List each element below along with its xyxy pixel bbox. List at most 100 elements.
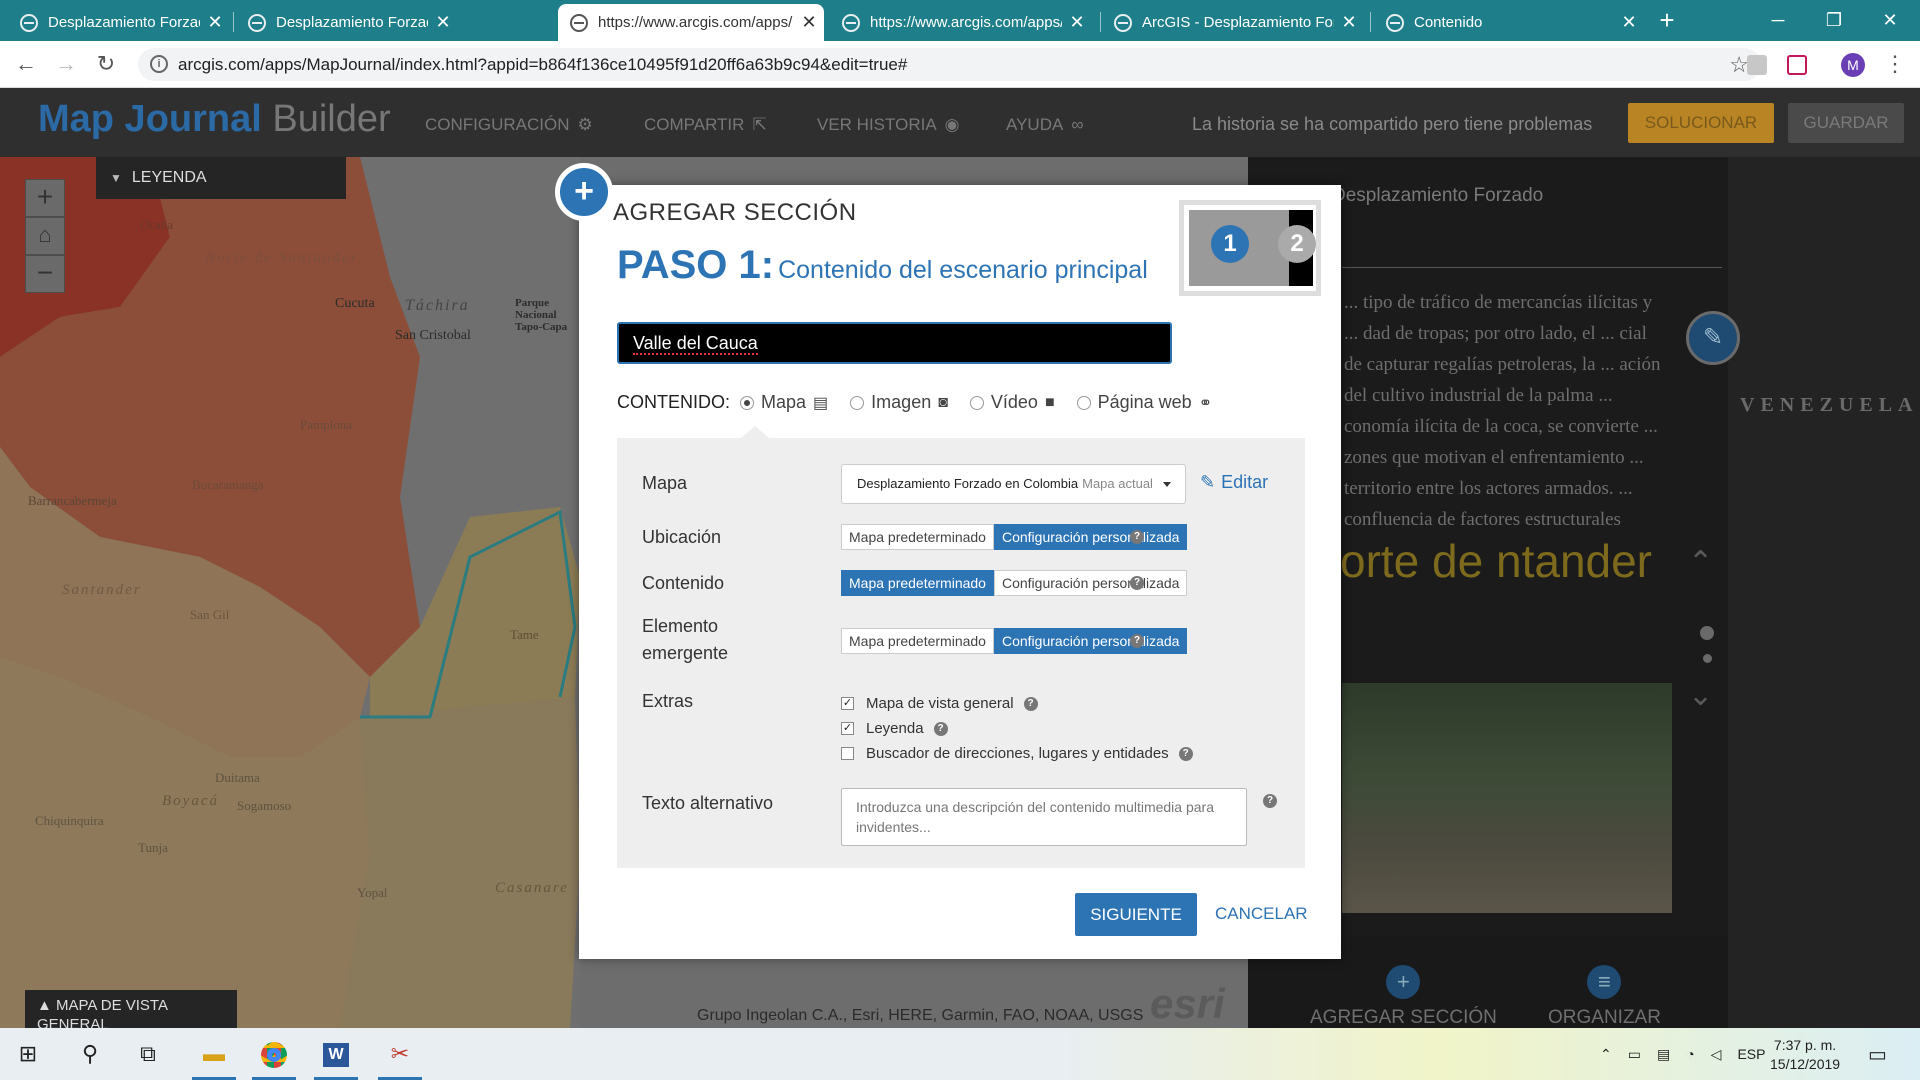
browser-tab[interactable]: ArcGIS - Desplazamiento For ✕ xyxy=(1102,4,1364,41)
help-icon[interactable]: ? xyxy=(1130,634,1144,648)
menu-icon[interactable]: ⋮ xyxy=(1884,51,1906,77)
option-default-map[interactable]: Mapa predeterminado xyxy=(841,628,994,654)
checkbox-search[interactable]: Buscador de direcciones, lugares y entid… xyxy=(841,745,1193,762)
close-window-button[interactable]: ✕ xyxy=(1862,0,1918,41)
back-button[interactable]: ← xyxy=(10,49,42,81)
nav-ayuda[interactable]: AYUDA ∞ xyxy=(1006,115,1083,135)
option-default-map[interactable]: Mapa predeterminado xyxy=(841,570,994,596)
help-icon[interactable]: ? xyxy=(1178,746,1193,761)
tab-title: Desplazamiento Forzado en C xyxy=(48,14,200,31)
snipping-tool-icon[interactable]: ✂ xyxy=(372,1028,428,1080)
forward-button[interactable]: → xyxy=(50,49,82,81)
reload-button[interactable]: ↻ xyxy=(90,49,122,81)
option-custom-config[interactable]: Configuración personalizada xyxy=(993,628,1188,654)
wifi-icon[interactable]: ◔ xyxy=(1686,1046,1694,1062)
word-icon[interactable]: W xyxy=(308,1028,364,1080)
radio-image[interactable]: Imagen ◙ xyxy=(850,392,948,413)
map-place-label: Duitama xyxy=(215,770,260,785)
radio-label: Página web xyxy=(1097,392,1192,412)
option-custom-config[interactable]: Configuración personalizada xyxy=(993,570,1188,596)
cancel-button[interactable]: CANCELAR xyxy=(1215,904,1308,924)
network-icon[interactable]: ▤ xyxy=(1657,1046,1670,1063)
minimize-button[interactable]: ─ xyxy=(1750,0,1806,41)
nav-label: CONFIGURACIÓN xyxy=(425,115,570,134)
close-icon[interactable]: ✕ xyxy=(200,12,230,33)
step-number-1: 1 xyxy=(1211,225,1249,263)
app-header: Map Journal Builder CONFIGURACIÓN ⚙ COMPA… xyxy=(0,88,1920,157)
checkbox-label: Buscador de direcciones, lugares y entid… xyxy=(866,745,1169,762)
section-title-input[interactable]: Valle del Cauca xyxy=(617,322,1172,364)
map-place-label: Sogamoso xyxy=(237,798,292,813)
extension-icon[interactable] xyxy=(1787,55,1807,75)
nav-compartir[interactable]: COMPARTIR ⇱ xyxy=(644,115,767,135)
option-default-map[interactable]: Mapa predeterminado xyxy=(841,524,994,550)
extension-icon[interactable] xyxy=(1747,55,1767,75)
chrome-icon[interactable] xyxy=(246,1028,302,1080)
map-select[interactable]: Desplazamiento Forzado en Colombia Mapa a… xyxy=(841,464,1186,504)
nav-configuracion[interactable]: CONFIGURACIÓN ⚙ xyxy=(425,115,593,135)
chevron-down-icon[interactable]: ⌄ xyxy=(1688,678,1713,713)
help-icon[interactable]: ? xyxy=(1263,794,1277,808)
alt-text-textarea[interactable]: Introduzca una descripción del contenido… xyxy=(841,788,1247,846)
close-icon[interactable]: ✕ xyxy=(1614,12,1644,33)
nav-dot-active[interactable] xyxy=(1700,626,1714,640)
browser-tab[interactable]: Desplazamiento Forzado en C ✕ xyxy=(236,4,458,41)
help-icon[interactable]: ? xyxy=(933,721,948,736)
edit-map-link[interactable]: ✎ Editar xyxy=(1200,472,1268,493)
close-icon[interactable]: ✕ xyxy=(428,12,458,33)
battery-icon[interactable]: ▭ xyxy=(1628,1046,1641,1063)
overview-map-toggle[interactable]: ▲ MAPA DE VISTA GENERAL xyxy=(25,990,237,1028)
extras-label: Extras xyxy=(642,691,694,711)
close-icon[interactable]: ✕ xyxy=(794,12,824,33)
close-icon[interactable]: ✕ xyxy=(1062,12,1092,33)
help-icon[interactable]: ? xyxy=(1130,576,1144,590)
content-row-label: Contenido xyxy=(642,573,725,593)
home-icon[interactable]: ⌂ xyxy=(25,217,65,255)
chevron-up-icon[interactable]: ⌃ xyxy=(1600,1046,1612,1063)
map-place-label: Casanare xyxy=(495,880,569,896)
option-custom-config[interactable]: Configuración personalizada xyxy=(993,524,1188,550)
zoom-in-button[interactable]: + xyxy=(25,179,65,217)
task-view-icon[interactable]: ⧉ xyxy=(120,1028,176,1080)
address-bar[interactable]: i arcgis.com/apps/MapJournal/index.html?… xyxy=(138,48,1761,81)
map-place-label: Cucuta xyxy=(335,296,375,311)
help-icon[interactable]: ? xyxy=(1023,696,1038,711)
edit-label: Editar xyxy=(1221,472,1269,492)
save-button[interactable]: GUARDAR xyxy=(1788,103,1904,143)
browser-tab[interactable]: https://www.arcgis.com/apps/ ✕ xyxy=(830,4,1092,41)
organize-button[interactable]: ≡ ORGANIZAR xyxy=(1548,965,1661,1028)
new-tab-button[interactable]: + xyxy=(1652,6,1682,36)
file-explorer-icon[interactable]: ▬ xyxy=(186,1028,242,1080)
taskbar: ⊞ ⚲ ⧉ ▬ W ✂ ⌃ ▭ ▤ ◔ ◁ ESP 7:37 p. m. 15/… xyxy=(0,1028,1920,1080)
fix-button[interactable]: SOLUCIONAR xyxy=(1628,103,1774,143)
close-icon[interactable]: ✕ xyxy=(1334,12,1364,33)
radio-webpage[interactable]: Página web ⚭ xyxy=(1076,392,1212,413)
checkbox-legend[interactable]: ✓ Leyenda? xyxy=(841,720,948,737)
nav-dot[interactable] xyxy=(1703,654,1712,663)
chevron-up-icon[interactable]: ⌃ xyxy=(1688,545,1713,580)
clock[interactable]: 7:37 p. m. 15/12/2019 xyxy=(1770,1036,1840,1074)
next-button[interactable]: SIGUIENTE xyxy=(1075,893,1197,936)
legend-toggle[interactable]: ▼ LEYENDA xyxy=(96,157,346,199)
volume-icon[interactable]: ◁ xyxy=(1711,1046,1722,1063)
avatar[interactable]: M xyxy=(1841,53,1865,77)
language-indicator[interactable]: ESP xyxy=(1737,1046,1765,1062)
radio-video[interactable]: Vídeo ■ xyxy=(969,392,1055,413)
add-section-button[interactable]: + AGREGAR SECCIÓN xyxy=(1310,965,1497,1028)
edit-pencil-button[interactable]: ✎ xyxy=(1686,311,1740,365)
radio-map[interactable]: Mapa ▤ xyxy=(740,392,828,413)
nav-ver-historia[interactable]: VER HISTORIA ◉ xyxy=(817,115,960,135)
windows-start-icon[interactable]: ⊞ xyxy=(0,1028,56,1080)
notification-icon[interactable]: ▭ xyxy=(1868,1042,1887,1067)
dialog-title: AGREGAR SECCIÓN xyxy=(613,199,857,226)
browser-tab[interactable]: Desplazamiento Forzado en C ✕ xyxy=(8,4,230,41)
info-icon[interactable]: i xyxy=(150,55,168,73)
help-icon[interactable]: ? xyxy=(1130,530,1144,544)
plus-icon: + xyxy=(1386,965,1421,999)
search-icon[interactable]: ⚲ xyxy=(62,1028,118,1080)
restore-button[interactable]: ❐ xyxy=(1806,0,1862,41)
checkbox-overview-map[interactable]: ✓ Mapa de vista general? xyxy=(841,695,1038,712)
zoom-out-button[interactable]: − xyxy=(25,255,65,293)
browser-tab-active[interactable]: https://www.arcgis.com/apps/ ✕ xyxy=(558,4,824,41)
browser-tab[interactable]: Contenido ✕ xyxy=(1374,4,1644,41)
